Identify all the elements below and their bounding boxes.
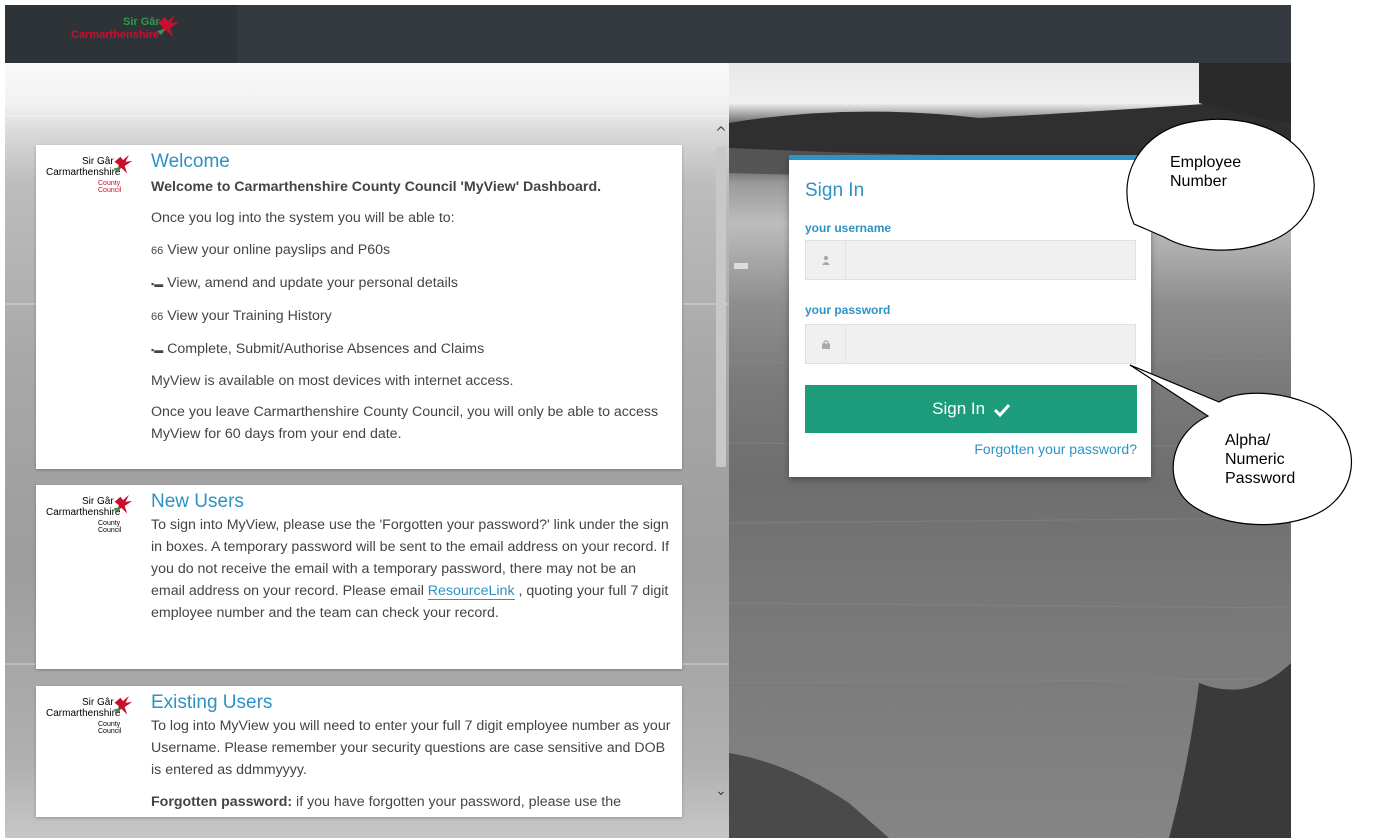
callout-password-line: Alpha/: [1225, 432, 1271, 449]
callout-password: Alpha/ Numeric Password: [1225, 431, 1295, 488]
callout-password-line: Password: [1225, 470, 1296, 487]
callout-employee-line: Employee: [1170, 154, 1242, 171]
callout-password-line: Numeric: [1225, 451, 1285, 468]
callout-annotations: [1126, 118, 1352, 526]
callout-employee-line: Number: [1170, 173, 1227, 190]
callout-employee: Employee Number: [1170, 153, 1241, 191]
